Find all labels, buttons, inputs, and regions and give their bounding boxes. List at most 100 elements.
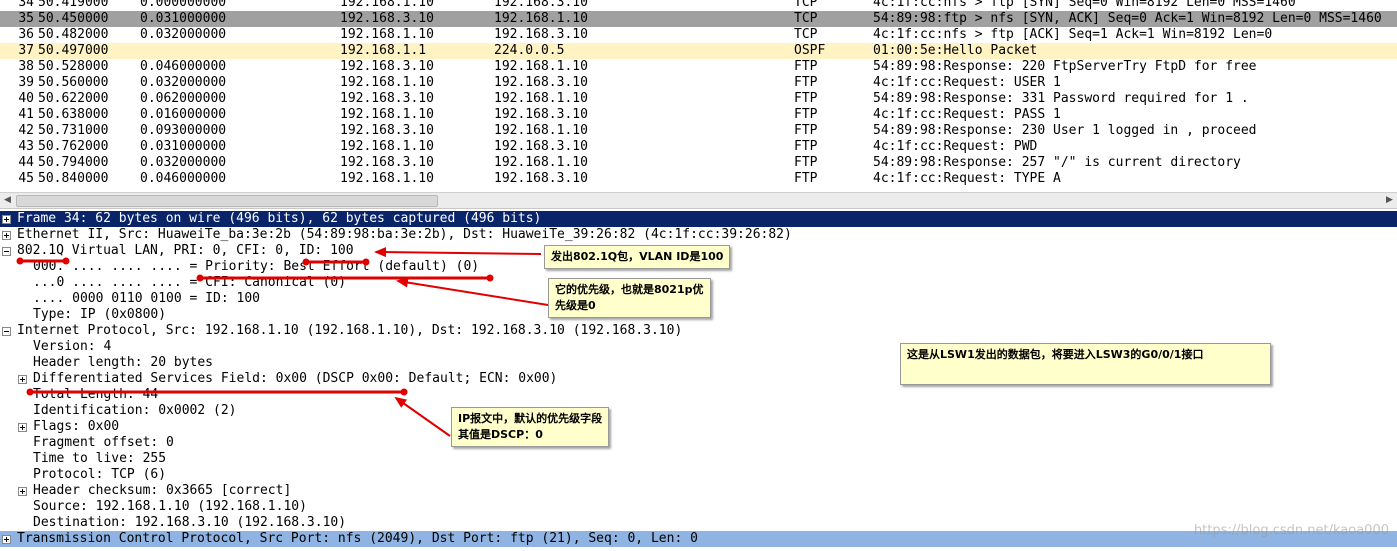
horizontal-scrollbar[interactable]: ◀ ▶ <box>0 192 1397 209</box>
packet-time: 50.528000 <box>38 59 109 74</box>
detail-header[interactable]: Ethernet II, Src: HuaweiTe_ba:3e:2b (54:… <box>0 227 1397 243</box>
packet-protocol: FTP <box>794 123 818 138</box>
packet-destination: 192.168.1.10 <box>494 123 588 138</box>
expand-plus-icon[interactable] <box>2 231 11 240</box>
packet-info: 4c:1f:cc:Request: PWD <box>873 139 1038 154</box>
packet-row[interactable]: 34 50.419000 0.000000000 192.168.1.10 192.16… <box>0 0 1397 11</box>
detail-header[interactable]: Transmission Control Protocol, Src Port:… <box>0 531 1397 547</box>
packet-destination: 192.168.3.10 <box>494 0 588 10</box>
detail-text: Version: 4 <box>33 339 112 354</box>
detail-field[interactable]: Protocol: TCP (6) <box>0 467 1397 483</box>
packet-time: 50.638000 <box>38 107 109 122</box>
packet-source: 192.168.1.10 <box>340 171 434 186</box>
detail-field[interactable]: Destination: 192.168.3.10 (192.168.3.10) <box>0 515 1397 531</box>
priority-annotation: 它的优先级，也就是8021p优 先级是0 <box>548 278 711 318</box>
packet-protocol: FTP <box>794 155 818 170</box>
detail-text: 802.1Q Virtual LAN, PRI: 0, CFI: 0, ID: … <box>17 243 354 258</box>
origin-annotation: 这是从LSW1发出的数据包，将要进入LSW3的G0/0/1接口 <box>900 343 1271 385</box>
expand-plus-icon[interactable] <box>18 423 27 432</box>
packet-row[interactable]: 45 50.840000 0.046000000 192.168.1.10 192.16… <box>0 171 1397 187</box>
packet-protocol: TCP <box>794 11 818 26</box>
packet-destination: 192.168.3.10 <box>494 107 588 122</box>
packet-time: 50.482000 <box>38 27 109 42</box>
detail-field[interactable]: Flags: 0x00 <box>0 419 1397 435</box>
packet-destination: 192.168.1.10 <box>494 59 588 74</box>
packet-no: 43 <box>18 139 34 154</box>
packet-row[interactable]: 43 50.762000 0.031000000 192.168.1.10 192.16… <box>0 139 1397 155</box>
packet-delta: 0.062000000 <box>140 91 227 106</box>
packet-time: 50.622000 <box>38 91 109 106</box>
vlan-annotation: 发出802.1Q包，VLAN ID是100 <box>544 245 731 269</box>
packet-destination: 192.168.1.10 <box>494 11 588 26</box>
expand-plus-icon[interactable] <box>2 215 11 224</box>
scroll-right-icon[interactable]: ▶ <box>1382 193 1397 208</box>
detail-field[interactable]: Total Length: 44 <box>0 387 1397 403</box>
packet-source: 192.168.1.10 <box>340 0 434 10</box>
packet-no: 37 <box>18 43 34 58</box>
expand-plus-icon[interactable] <box>2 535 11 544</box>
packet-no: 36 <box>18 27 34 42</box>
expand-plus-icon[interactable] <box>18 375 27 384</box>
packet-row[interactable]: 44 50.794000 0.032000000 192.168.3.10 192.16… <box>0 155 1397 171</box>
packet-source: 192.168.1.10 <box>340 139 434 154</box>
packet-row[interactable]: 35 50.450000 0.031000000 192.168.3.10 192.16… <box>0 11 1397 27</box>
packet-info: 4c:1f:cc:Request: USER 1 <box>873 75 1061 90</box>
packet-protocol: FTP <box>794 107 818 122</box>
packet-time: 50.419000 <box>38 0 109 10</box>
packet-time: 50.731000 <box>38 123 109 138</box>
packet-protocol: FTP <box>794 75 818 90</box>
packet-no: 35 <box>18 11 34 26</box>
detail-header[interactable]: Internet Protocol, Src: 192.168.1.10 (19… <box>0 323 1397 339</box>
packet-time: 50.497000 <box>38 43 109 58</box>
expand-plus-icon[interactable] <box>18 487 27 496</box>
detail-field[interactable]: Identification: 0x0002 (2) <box>0 403 1397 419</box>
detail-text: ...0 .... .... .... = CFI: Canonical (0) <box>33 275 347 290</box>
packet-no: 44 <box>18 155 34 170</box>
packet-no: 41 <box>18 107 34 122</box>
watermark: https://blog.csdn.net/kaoa000 <box>1193 523 1389 538</box>
collapse-minus-icon[interactable] <box>2 247 11 256</box>
detail-text: Protocol: TCP (6) <box>33 467 167 482</box>
packet-row[interactable]: 38 50.528000 0.046000000 192.168.3.10 192.16… <box>0 59 1397 75</box>
detail-text: Transmission Control Protocol, Src Port:… <box>17 531 698 546</box>
detail-text: 000. .... .... .... = Priority: Best Eff… <box>33 259 480 274</box>
detail-text: Destination: 192.168.3.10 (192.168.3.10) <box>33 515 347 530</box>
packet-no: 34 <box>18 0 34 10</box>
detail-text: Identification: 0x0002 (2) <box>33 403 237 418</box>
packet-info: 54:89:98:Response: 331 Password required… <box>873 91 1249 106</box>
packet-row[interactable]: 36 50.482000 0.032000000 192.168.1.10 192.16… <box>0 27 1397 43</box>
packet-row[interactable]: 42 50.731000 0.093000000 192.168.3.10 192.16… <box>0 123 1397 139</box>
packet-delta: 0.031000000 <box>140 139 227 154</box>
packet-list[interactable]: 34 50.419000 0.000000000 192.168.1.10 192.16… <box>0 0 1397 192</box>
packet-row[interactable]: 40 50.622000 0.062000000 192.168.3.10 192.16… <box>0 91 1397 107</box>
packet-info: 54:89:98:Response: 220 FtpServerTry FtpD… <box>873 59 1257 74</box>
detail-field[interactable]: Header checksum: 0x3665 [correct] <box>0 483 1397 499</box>
packet-delta: 0.093000000 <box>140 123 227 138</box>
detail-field[interactable]: Time to live: 255 <box>0 451 1397 467</box>
packet-info: 4c:1f:cc:Request: TYPE A <box>873 171 1061 186</box>
scrollbar-thumb[interactable] <box>16 195 438 207</box>
packet-source: 192.168.3.10 <box>340 123 434 138</box>
packet-row[interactable]: 39 50.560000 0.032000000 192.168.1.10 192.16… <box>0 75 1397 91</box>
detail-text: .... 0000 0110 0100 = ID: 100 <box>33 291 260 306</box>
packet-no: 45 <box>18 171 34 186</box>
detail-header[interactable]: Frame 34: 62 bytes on wire (496 bits), 6… <box>0 211 1397 227</box>
detail-text: Total Length: 44 <box>33 387 159 402</box>
packet-no: 39 <box>18 75 34 90</box>
packet-time: 50.450000 <box>38 11 109 26</box>
dscp-annotation: IP报文中，默认的优先级字段 其值是DSCP：0 <box>451 407 610 447</box>
packet-destination: 192.168.3.10 <box>494 27 588 42</box>
scroll-left-icon[interactable]: ◀ <box>0 193 15 208</box>
detail-field[interactable]: Fragment offset: 0 <box>0 435 1397 451</box>
detail-field[interactable]: Source: 192.168.1.10 (192.168.1.10) <box>0 499 1397 515</box>
packet-row[interactable]: 37 50.497000 192.168.1.1 224.0.0.5 OSPF 01:00… <box>0 43 1397 59</box>
collapse-minus-icon[interactable] <box>2 327 11 336</box>
packet-source: 192.168.3.10 <box>340 11 434 26</box>
packet-no: 40 <box>18 91 34 106</box>
packet-delta: 0.016000000 <box>140 107 227 122</box>
packet-info: 4c:1f:cc:Request: PASS 1 <box>873 107 1061 122</box>
detail-text: Source: 192.168.1.10 (192.168.1.10) <box>33 499 307 514</box>
packet-protocol: TCP <box>794 27 818 42</box>
packet-row[interactable]: 41 50.638000 0.016000000 192.168.1.10 192.16… <box>0 107 1397 123</box>
packet-source: 192.168.1.10 <box>340 75 434 90</box>
